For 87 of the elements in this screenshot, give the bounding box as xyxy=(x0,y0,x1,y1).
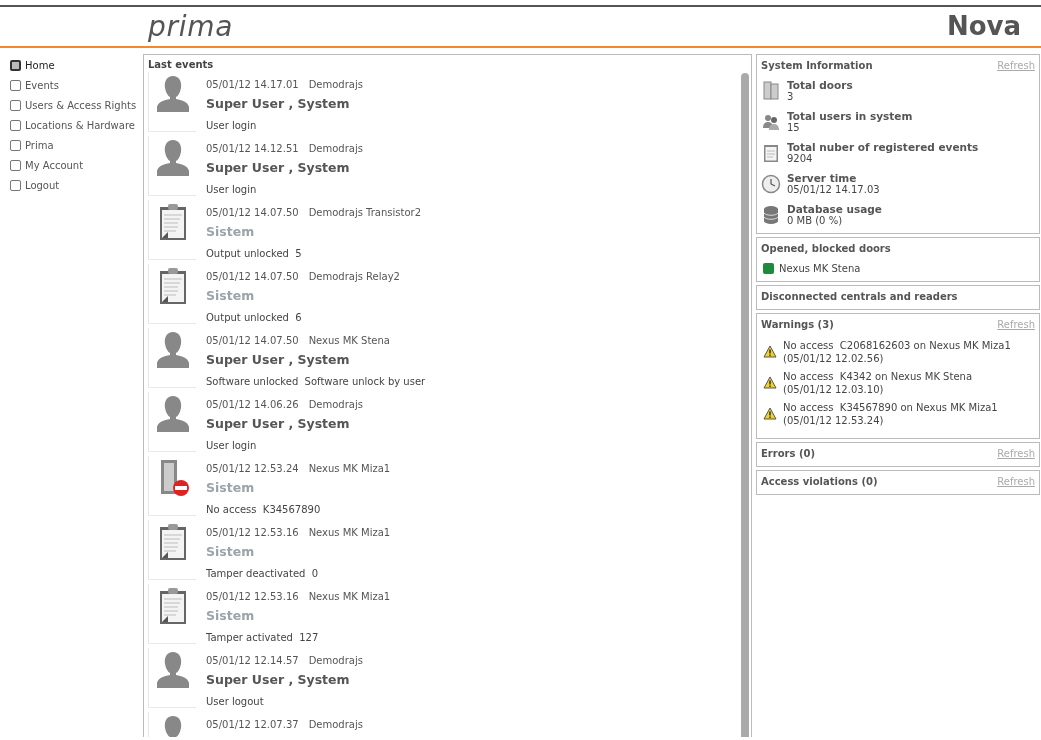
event-time: 05/01/12 14.07.50 xyxy=(206,333,299,348)
event-actor: Sistem xyxy=(206,479,256,498)
event-description: Tamper activated 127 xyxy=(206,630,320,645)
event-source: Demodrajs xyxy=(308,397,363,412)
event-actor: Sistem xyxy=(206,287,256,306)
warning-icon xyxy=(763,345,777,358)
event-description: Output unlocked 5 xyxy=(206,246,303,261)
event-description: No access K34567890 xyxy=(206,502,322,517)
event-source: Nexus MK Miza1 xyxy=(308,461,391,476)
sidebar-item[interactable]: Prima xyxy=(10,137,140,153)
warning-time: (05/01/12 12.53.24) xyxy=(783,413,885,427)
users-icon xyxy=(762,112,780,131)
info-value: 05/01/12 14.17.03 xyxy=(787,183,880,196)
info-label: Server time xyxy=(787,171,858,184)
event-description: User logout xyxy=(206,694,265,709)
info-value: 15 xyxy=(787,121,801,134)
event-actor: Super User , System xyxy=(206,415,351,434)
warning-time: (05/01/12 12.02.56) xyxy=(783,351,885,365)
event-time: 05/01/12 14.07.50 xyxy=(206,205,299,220)
event-time: 05/01/12 14.17.01 xyxy=(206,77,299,92)
door-name: Nexus MK Stena xyxy=(779,261,861,276)
info-label: Total nuber of registered events xyxy=(787,140,979,153)
info-label: Total doors xyxy=(787,78,853,91)
warning-text: No access C2068162603 on Nexus MK Miza1 xyxy=(783,338,1011,352)
event-time: 05/01/12 14.07.50 xyxy=(206,269,299,284)
panel-title: Access violations (0) xyxy=(761,474,878,489)
event-time: 05/01/12 12.14.57 xyxy=(206,653,299,668)
event-actor: Sistem xyxy=(206,223,256,242)
product-name: Nova xyxy=(946,10,1021,43)
panel-title: System Information xyxy=(761,58,873,73)
event-time: 05/01/12 12.53.16 xyxy=(206,589,299,604)
panel-title: Errors (0) xyxy=(761,446,816,461)
clipboard-icon xyxy=(157,522,188,562)
event-source: Demodrajs xyxy=(308,77,363,92)
warning-text: No access K4342 on Nexus MK Stena xyxy=(783,369,972,383)
event-time: 05/01/12 12.53.24 xyxy=(206,461,299,476)
warning-text: No access K34567890 on Nexus MK Miza1 xyxy=(783,400,998,414)
event-actor: Super User , System xyxy=(206,351,351,370)
event-source: Nexus MK Stena xyxy=(308,333,390,348)
sidebar-item[interactable]: My Account xyxy=(10,157,140,173)
sidebar-item[interactable]: Events xyxy=(10,77,140,93)
event-time: 05/01/12 14.12.51 xyxy=(206,141,299,156)
info-label: Database usage xyxy=(787,202,882,215)
clipboard-icon xyxy=(763,142,779,163)
panel-title: Warnings (3) xyxy=(761,317,834,332)
event-source: Demodrajs xyxy=(308,653,363,668)
doors-icon xyxy=(763,80,779,101)
info-value: 0 MB (0 %) xyxy=(787,214,844,227)
sidebar-item[interactable]: Logout xyxy=(10,177,140,193)
warning-icon xyxy=(763,376,777,389)
clipboard-icon xyxy=(157,266,188,306)
info-label: Total users in system xyxy=(787,109,913,122)
sidebar-item[interactable]: Locations & Hardware xyxy=(10,117,140,133)
event-source: Nexus MK Miza1 xyxy=(308,589,391,604)
event-source: Nexus MK Miza1 xyxy=(308,525,391,540)
event-source: Demodrajs xyxy=(308,141,363,156)
logo: prima xyxy=(148,8,233,45)
event-time: 05/01/12 12.07.37 xyxy=(206,717,299,732)
event-source: Demodrajs Transistor2 xyxy=(308,205,422,220)
event-description: User login xyxy=(206,438,258,453)
panel-title: Last events xyxy=(147,58,215,72)
event-source: Demodrajs Relay2 xyxy=(308,269,400,284)
panel-title: Disconnected centrals and readers xyxy=(761,289,958,304)
event-time: 05/01/12 14.06.26 xyxy=(206,397,299,412)
event-actor: Sistem xyxy=(206,543,256,562)
clock-icon xyxy=(761,173,781,194)
clipboard-icon xyxy=(157,202,188,242)
event-actor: Super User , System xyxy=(206,671,351,690)
sidebar-item[interactable]: Home xyxy=(10,57,140,73)
event-description: User login xyxy=(206,182,258,197)
event-description: Tamper deactivated 0 xyxy=(206,566,320,581)
event-actor: Super User , System xyxy=(206,95,351,114)
panel-title: Opened, blocked doors xyxy=(761,241,891,256)
warning-time: (05/01/12 12.03.10) xyxy=(783,382,885,396)
event-description: User login xyxy=(206,118,258,133)
event-actor: Super User , System xyxy=(206,159,351,178)
event-description: Software unlocked Software unlock by user xyxy=(206,374,426,389)
event-time: 05/01/12 12.53.16 xyxy=(206,525,299,540)
event-source: Demodrajs xyxy=(308,717,363,732)
sidebar-item[interactable]: Users & Access Rights xyxy=(10,97,140,113)
database-icon xyxy=(763,204,779,225)
warning-icon xyxy=(763,407,777,420)
event-actor: Sistem xyxy=(206,607,256,626)
info-value: 9204 xyxy=(787,152,814,165)
info-value: 3 xyxy=(787,90,795,103)
clipboard-icon xyxy=(157,586,188,626)
event-description: Output unlocked 6 xyxy=(206,310,303,325)
